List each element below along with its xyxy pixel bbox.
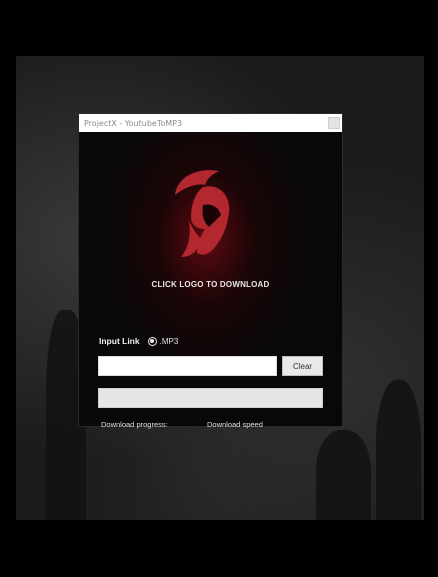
- close-button[interactable]: [328, 117, 340, 129]
- download-progress-label: Download progress:: [101, 420, 168, 429]
- title-bar[interactable]: ProjectX - YoutubeToMP3: [79, 114, 342, 132]
- app-window: ProjectX - YoutubeToMP3 CLICK LOGO TO DO…: [79, 114, 342, 429]
- link-input[interactable]: [98, 356, 277, 376]
- input-link-label: Input Link: [99, 336, 140, 346]
- download-logo-caption: CLICK LOGO TO DOWNLOAD: [151, 280, 270, 289]
- mp3-radio-button[interactable]: [147, 336, 157, 346]
- download-progress-bar: [98, 388, 323, 408]
- download-speed-label: Download speed: [207, 420, 263, 429]
- background-silhouette: [376, 380, 421, 520]
- spartan-helmet-icon[interactable]: [167, 165, 239, 265]
- window-title: ProjectX - YoutubeToMP3: [84, 118, 183, 128]
- clear-button[interactable]: Clear: [282, 356, 323, 376]
- input-link-row: Input Link .MP3: [99, 336, 178, 346]
- mp3-radio-label[interactable]: .MP3: [160, 337, 179, 346]
- background-silhouette: [316, 430, 371, 520]
- app-content: CLICK LOGO TO DOWNLOAD Input Link .MP3 C…: [79, 132, 342, 429]
